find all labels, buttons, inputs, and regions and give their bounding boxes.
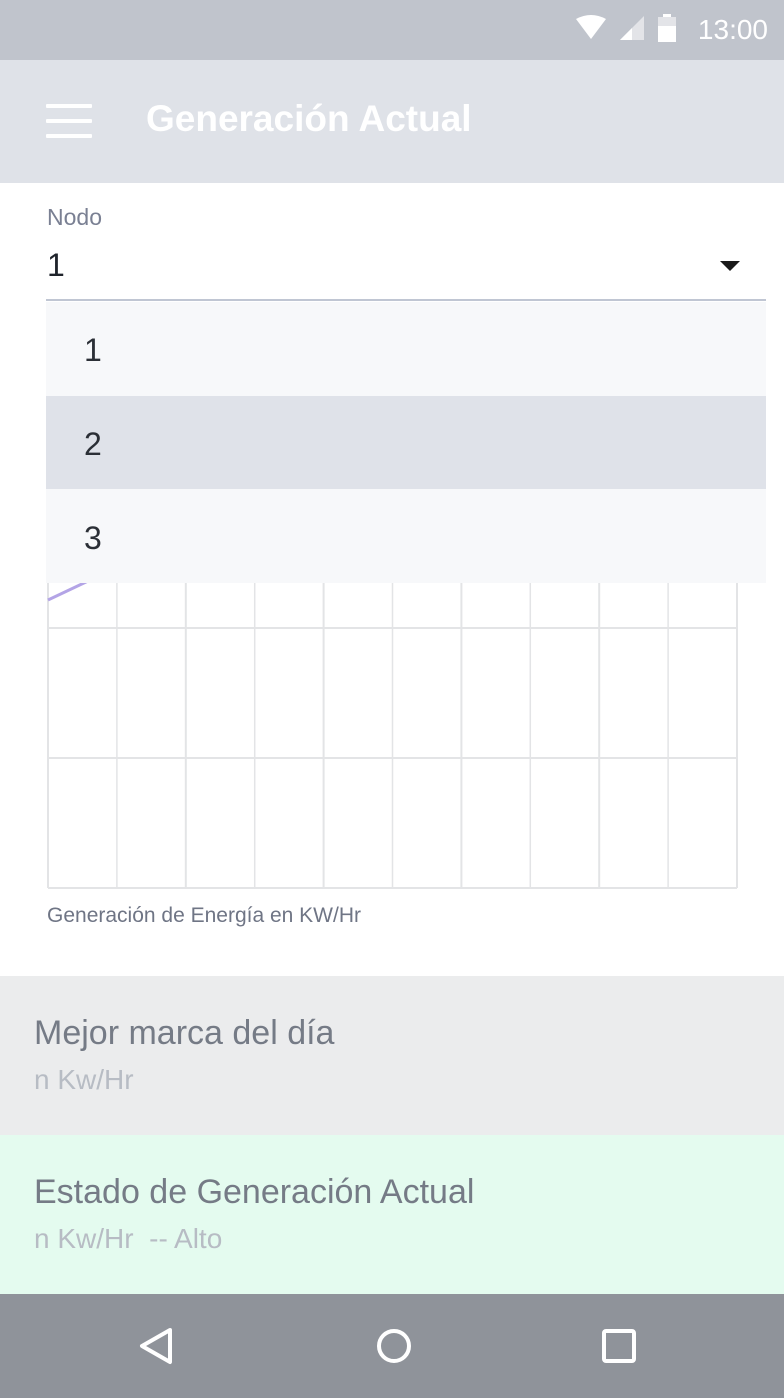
wifi-icon (575, 14, 606, 46)
node-dropdown-menu: 1 2 3 (46, 302, 766, 583)
chart-caption: Generación de Energía en KW/Hr (47, 904, 361, 927)
node-select-value[interactable]: 1 (47, 247, 65, 284)
node-select[interactable]: Nodo 1 (46, 183, 766, 301)
current-status-title: Estado de Generación Actual (34, 1173, 475, 1211)
cell-signal-icon (619, 15, 644, 45)
home-icon[interactable] (364, 1316, 424, 1376)
energy-chart (0, 538, 784, 900)
dropdown-option-label: 2 (84, 426, 102, 462)
dropdown-option-1[interactable]: 1 (46, 302, 766, 395)
system-nav-bar (0, 1294, 784, 1398)
node-select-label: Nodo (47, 204, 102, 230)
dropdown-option-label: 3 (84, 520, 102, 556)
best-mark-title: Mejor marca del día (34, 1014, 335, 1052)
dropdown-arrow-icon[interactable] (720, 261, 740, 271)
app-bar: Generación Actual (0, 60, 784, 183)
energy-chart-svg (47, 538, 738, 889)
back-icon[interactable] (126, 1316, 186, 1376)
dropdown-option-3[interactable]: 3 (46, 490, 766, 583)
status-bar: 13:00 (0, 0, 784, 60)
dropdown-option-label: 1 (84, 332, 102, 368)
best-mark-card: Mejor marca del día n Kw/Hr (0, 976, 784, 1135)
best-mark-value: n Kw/Hr (34, 1064, 134, 1095)
dropdown-option-2[interactable]: 2 (46, 396, 766, 489)
status-time: 13:00 (697, 14, 768, 45)
current-status-value: n Kw/Hr -- Alto (34, 1223, 223, 1254)
page-title: Generación Actual (146, 98, 472, 139)
recents-icon[interactable] (589, 1316, 649, 1376)
select-underline (46, 299, 766, 301)
current-status-card: Estado de Generación Actual n Kw/Hr -- A… (0, 1135, 784, 1294)
chart-grid (47, 540, 738, 889)
status-icons: 13:00 (575, 0, 768, 60)
battery-icon (657, 13, 676, 47)
menu-icon[interactable] (46, 104, 92, 138)
